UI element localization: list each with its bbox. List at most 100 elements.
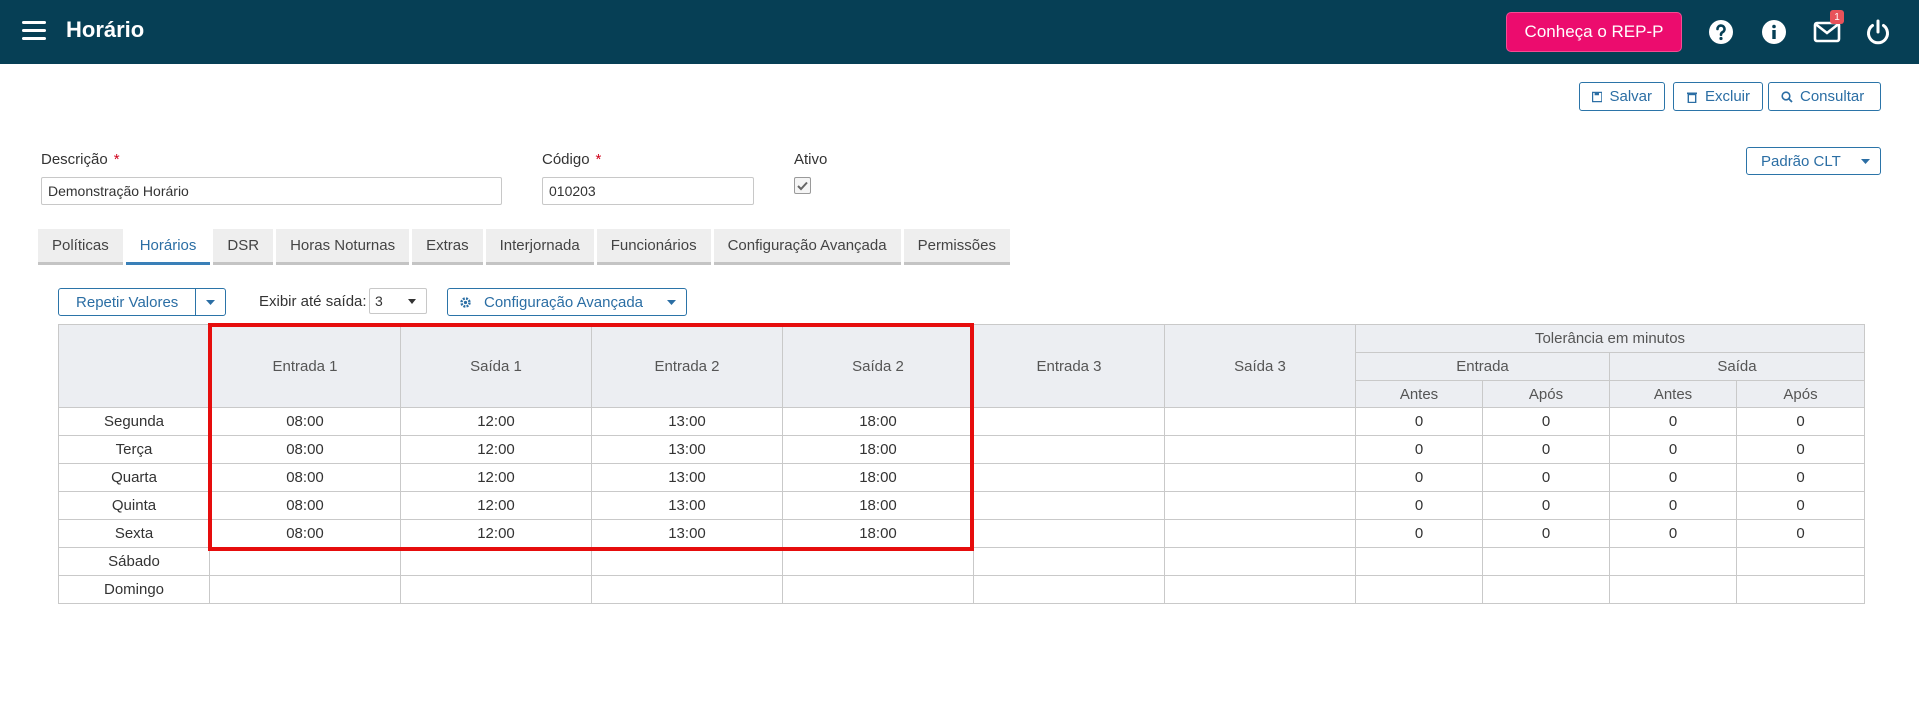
time-cell[interactable]: [973, 519, 1165, 548]
tab-horarios[interactable]: Horários: [125, 229, 211, 265]
search-button[interactable]: Consultar: [1768, 82, 1881, 111]
tolerance-cell[interactable]: [1482, 575, 1610, 604]
time-cell[interactable]: 12:00: [400, 463, 592, 492]
promo-button[interactable]: Conheça o REP-P: [1506, 12, 1682, 52]
active-checkbox[interactable]: [794, 177, 811, 194]
code-input[interactable]: [542, 177, 754, 205]
column-header: Saída 1: [400, 324, 592, 408]
tolerance-cell[interactable]: 0: [1355, 463, 1483, 492]
info-icon[interactable]: [1759, 17, 1789, 47]
time-cell[interactable]: [973, 547, 1165, 576]
preset-dropdown[interactable]: Padrão CLT: [1746, 147, 1881, 175]
time-cell[interactable]: [209, 547, 401, 576]
tolerance-cell[interactable]: 0: [1609, 519, 1737, 548]
tolerance-cell[interactable]: [1355, 547, 1483, 576]
tolerance-cell[interactable]: 0: [1609, 491, 1737, 520]
time-cell[interactable]: 13:00: [591, 491, 783, 520]
time-cell[interactable]: 13:00: [591, 519, 783, 548]
time-cell[interactable]: 08:00: [209, 491, 401, 520]
tab-configuracao-avancada[interactable]: Configuração Avançada: [713, 229, 901, 265]
time-cell[interactable]: [209, 575, 401, 604]
advanced-config-dropdown[interactable]: Configuração Avançada: [447, 288, 687, 316]
tab-extras[interactable]: Extras: [412, 229, 483, 265]
tab-funcionarios[interactable]: Funcionários: [596, 229, 711, 265]
tolerance-cell[interactable]: 0: [1482, 491, 1610, 520]
time-cell[interactable]: 08:00: [209, 407, 401, 436]
tolerance-cell[interactable]: 0: [1735, 463, 1866, 492]
tolerance-cell[interactable]: [1609, 575, 1737, 604]
tab-dsr[interactable]: DSR: [213, 229, 274, 265]
tolerance-cell[interactable]: 0: [1735, 519, 1866, 548]
tolerance-cell[interactable]: [1735, 575, 1866, 604]
time-cell[interactable]: 12:00: [400, 435, 592, 464]
time-cell[interactable]: [1164, 491, 1356, 520]
time-cell[interactable]: 18:00: [782, 519, 974, 548]
chevron-down-icon[interactable]: [1850, 148, 1880, 174]
time-cell[interactable]: 18:00: [782, 407, 974, 436]
tolerance-cell[interactable]: 0: [1355, 519, 1483, 548]
time-cell[interactable]: 13:00: [591, 407, 783, 436]
time-cell[interactable]: [973, 463, 1165, 492]
tolerance-cell[interactable]: 0: [1609, 435, 1737, 464]
time-cell[interactable]: [591, 547, 783, 576]
time-cell[interactable]: [1164, 519, 1356, 548]
time-cell[interactable]: 18:00: [782, 491, 974, 520]
table-row: Quinta 08:00 12:00 13:00 18:00 0 0 0 0: [58, 491, 1866, 520]
help-icon[interactable]: [1706, 17, 1736, 47]
time-cell[interactable]: [1164, 407, 1356, 436]
time-cell[interactable]: 08:00: [209, 519, 401, 548]
save-button[interactable]: Salvar: [1579, 82, 1665, 111]
tab-politicas[interactable]: Políticas: [38, 229, 123, 265]
time-cell[interactable]: 08:00: [209, 435, 401, 464]
time-cell[interactable]: 12:00: [400, 491, 592, 520]
time-cell[interactable]: [400, 547, 592, 576]
time-cell[interactable]: 13:00: [591, 435, 783, 464]
tab-horas-noturnas[interactable]: Horas Noturnas: [276, 229, 410, 265]
time-cell[interactable]: [973, 407, 1165, 436]
time-cell[interactable]: 08:00: [209, 463, 401, 492]
time-cell[interactable]: [782, 575, 974, 604]
tolerance-cell[interactable]: 0: [1482, 435, 1610, 464]
time-cell[interactable]: [400, 575, 592, 604]
tolerance-cell[interactable]: 0: [1355, 435, 1483, 464]
tolerance-cell[interactable]: [1609, 547, 1737, 576]
time-cell[interactable]: [973, 435, 1165, 464]
time-cell[interactable]: 18:00: [782, 435, 974, 464]
tolerance-cell[interactable]: 0: [1609, 407, 1737, 436]
tolerance-cell[interactable]: 0: [1355, 491, 1483, 520]
time-cell[interactable]: [973, 575, 1165, 604]
time-cell[interactable]: [1164, 463, 1356, 492]
tolerance-cell[interactable]: [1735, 547, 1866, 576]
tolerance-cell[interactable]: 0: [1482, 519, 1610, 548]
tolerance-cell[interactable]: 0: [1482, 463, 1610, 492]
power-icon[interactable]: [1863, 17, 1893, 47]
description-input[interactable]: [41, 177, 502, 205]
time-cell[interactable]: 18:00: [782, 463, 974, 492]
tab-permissoes[interactable]: Permissões: [903, 229, 1010, 265]
time-cell[interactable]: [591, 575, 783, 604]
time-cell[interactable]: 12:00: [400, 519, 592, 548]
tolerance-cell[interactable]: 0: [1735, 407, 1866, 436]
delete-button[interactable]: Excluir: [1673, 82, 1763, 111]
tolerance-cell[interactable]: 0: [1609, 463, 1737, 492]
repeat-values-button[interactable]: Repetir Valores: [59, 294, 195, 311]
time-cell[interactable]: 12:00: [400, 407, 592, 436]
tolerance-cell[interactable]: 0: [1735, 435, 1866, 464]
tolerance-cell[interactable]: 0: [1355, 407, 1483, 436]
tab-interjornada[interactable]: Interjornada: [485, 229, 594, 265]
gear-icon: [460, 296, 471, 308]
time-cell[interactable]: 13:00: [591, 463, 783, 492]
tolerance-cell[interactable]: 0: [1735, 491, 1866, 520]
time-cell[interactable]: [973, 491, 1165, 520]
tolerance-cell[interactable]: [1355, 575, 1483, 604]
tolerance-cell[interactable]: [1482, 547, 1610, 576]
time-cell[interactable]: [1164, 435, 1356, 464]
show-until-select[interactable]: 3: [369, 288, 427, 314]
time-cell[interactable]: [1164, 575, 1356, 604]
time-cell[interactable]: [782, 547, 974, 576]
menu-icon[interactable]: [22, 21, 46, 41]
chevron-down-icon[interactable]: [195, 289, 225, 315]
tolerance-cell[interactable]: 0: [1482, 407, 1610, 436]
time-cell[interactable]: [1164, 547, 1356, 576]
code-label: Código *: [542, 151, 602, 168]
